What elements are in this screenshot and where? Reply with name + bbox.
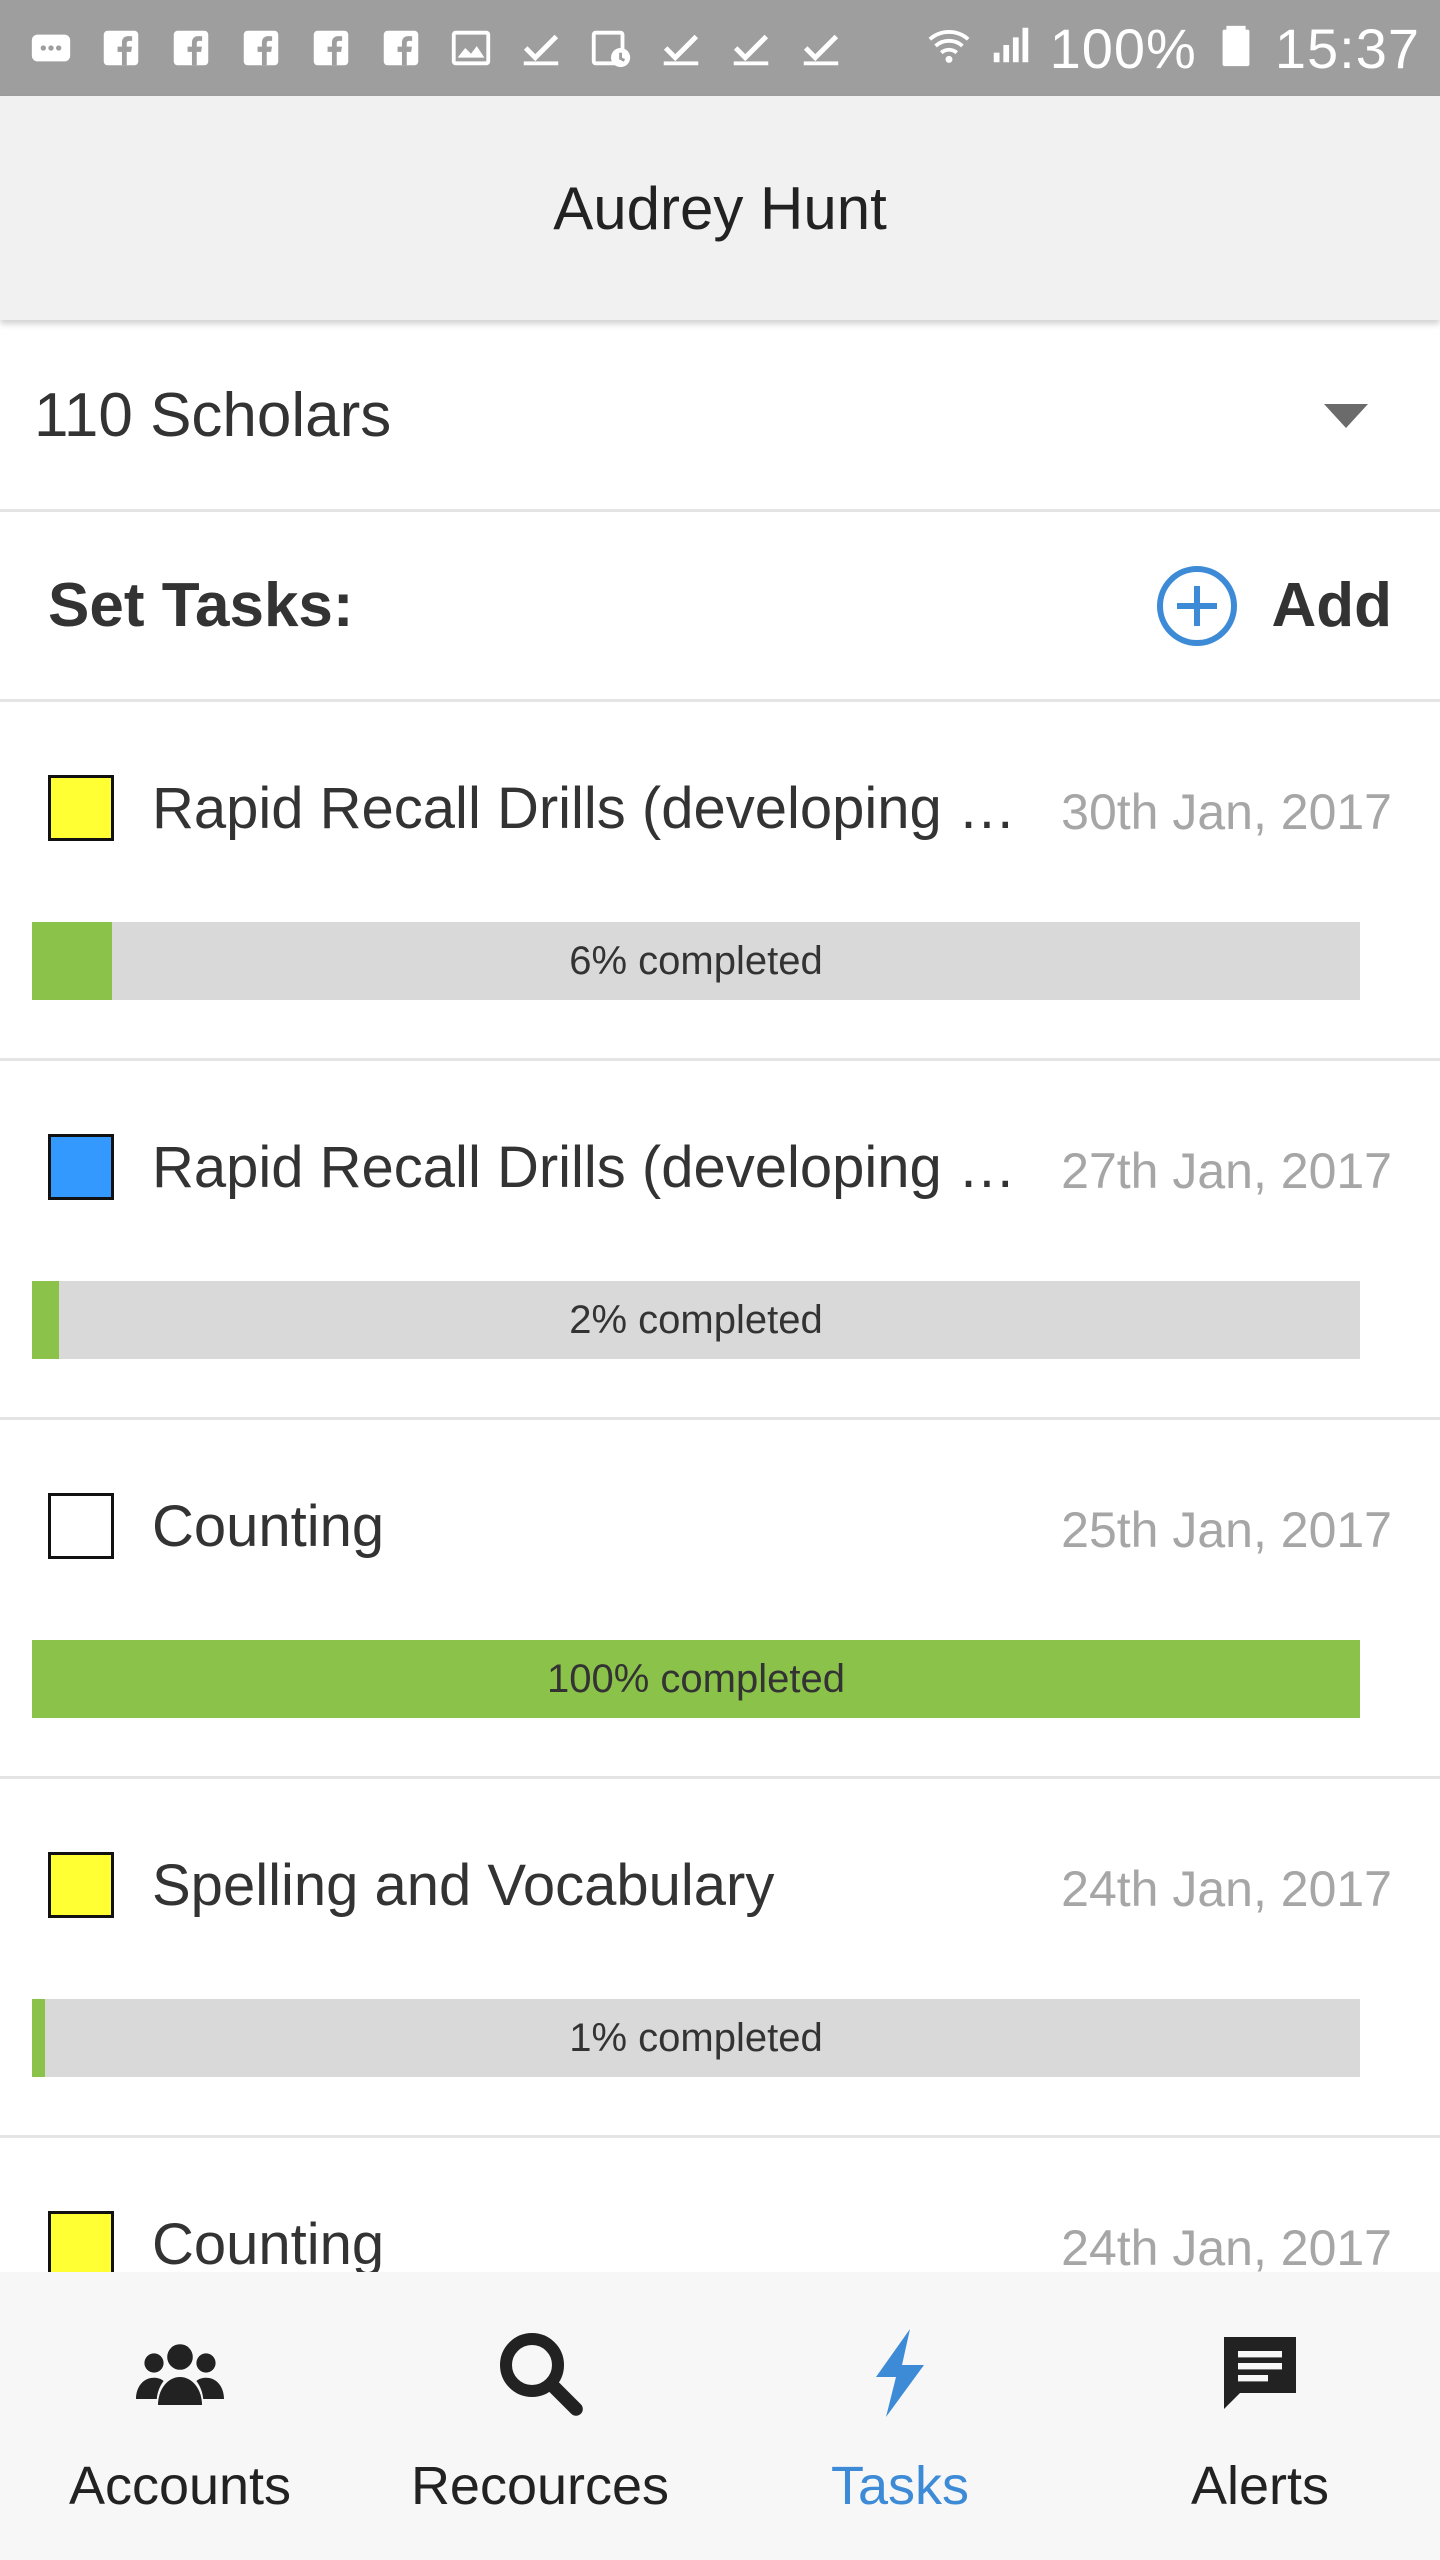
battery-icon xyxy=(1213,16,1259,81)
set-tasks-header: Set Tasks: Add xyxy=(0,512,1440,702)
notification-icons xyxy=(28,25,844,71)
section-title: Set Tasks: xyxy=(48,571,354,640)
task-color-swatch xyxy=(48,775,114,841)
facebook-icon xyxy=(238,25,284,71)
task-item[interactable]: Counting 25th Jan, 2017 100% completed xyxy=(0,1420,1440,1779)
task-item[interactable]: Spelling and Vocabulary 24th Jan, 2017 1… xyxy=(0,1779,1440,2138)
task-date: 24th Jan, 2017 xyxy=(1061,2220,1392,2272)
task-item[interactable]: Rapid Recall Drills (developing memory) … xyxy=(0,1061,1440,1420)
nav-tasks[interactable]: Tasks xyxy=(720,2272,1080,2560)
task-title: Rapid Recall Drills (developing memory) xyxy=(152,776,1032,841)
facebook-icon xyxy=(168,25,214,71)
task-title: Counting xyxy=(152,1494,385,1559)
people-icon xyxy=(132,2325,228,2421)
task-item[interactable]: Counting 24th Jan, 2017 xyxy=(0,2138,1440,2272)
task-progress-bar: 1% completed xyxy=(32,1999,1360,2077)
add-label: Add xyxy=(1271,571,1392,640)
progress-label: 2% completed xyxy=(569,1297,823,1342)
facebook-icon xyxy=(308,25,354,71)
chevron-down-icon[interactable] xyxy=(1324,403,1368,428)
check-icon xyxy=(728,25,774,71)
task-date: 25th Jan, 2017 xyxy=(1061,1502,1392,1558)
lightning-icon xyxy=(852,2325,948,2421)
nav-resources[interactable]: Recources xyxy=(360,2272,720,2560)
task-title: Spelling and Vocabulary xyxy=(152,1853,775,1918)
check-icon xyxy=(658,25,704,71)
calendar-clock-icon xyxy=(588,25,634,71)
page-title: Audrey Hunt xyxy=(553,174,887,242)
scholars-dropdown[interactable]: 110 Scholars xyxy=(0,322,1440,512)
message-icon xyxy=(28,25,74,71)
progress-label: 6% completed xyxy=(569,938,823,983)
chat-icon xyxy=(1212,2325,1308,2421)
check-icon xyxy=(518,25,564,71)
task-color-swatch xyxy=(48,1852,114,1918)
progress-label: 100% completed xyxy=(547,1656,845,1701)
check-icon xyxy=(798,25,844,71)
nav-label: Accounts xyxy=(68,2456,292,2516)
task-title: Rapid Recall Drills (developing memory) xyxy=(152,1135,1032,1200)
task-progress-bar: 2% completed xyxy=(32,1281,1360,1359)
nav-alerts[interactable]: Alerts xyxy=(1080,2272,1440,2560)
status-bar: 100% 15:37 xyxy=(0,0,1440,96)
add-task-button[interactable]: Add xyxy=(1155,564,1392,648)
nav-label: Tasks xyxy=(830,2456,970,2516)
task-item[interactable]: Rapid Recall Drills (developing memory) … xyxy=(0,702,1440,1061)
progress-label: 1% completed xyxy=(569,2015,823,2060)
task-date: 30th Jan, 2017 xyxy=(1061,784,1392,840)
task-color-swatch xyxy=(48,2211,114,2272)
task-progress-bar: 100% completed xyxy=(32,1640,1360,1718)
facebook-icon xyxy=(378,25,424,71)
search-icon xyxy=(492,2325,588,2421)
task-progress-bar: 6% completed xyxy=(32,922,1360,1000)
clock: 15:37 xyxy=(1274,16,1420,80)
plus-circle-icon xyxy=(1157,565,1238,646)
bottom-nav: Accounts Recources Tasks Alerts xyxy=(0,2272,1440,2560)
wifi-icon xyxy=(926,16,972,81)
nav-label: Recources xyxy=(410,2456,670,2516)
nav-label: Alerts xyxy=(1190,2456,1330,2516)
facebook-icon xyxy=(98,25,144,71)
task-color-swatch xyxy=(48,1134,114,1200)
signal-icon xyxy=(988,16,1034,81)
task-color-swatch xyxy=(48,1493,114,1559)
task-title: Counting xyxy=(152,2212,385,2272)
image-icon xyxy=(448,25,494,71)
battery-percent: 100% xyxy=(1049,16,1197,80)
app-header: Audrey Hunt xyxy=(0,96,1440,320)
task-date: 27th Jan, 2017 xyxy=(1061,1143,1392,1199)
task-date: 24th Jan, 2017 xyxy=(1061,1861,1392,1917)
task-list: Rapid Recall Drills (developing memory) … xyxy=(0,702,1440,2272)
scholars-dropdown-label: 110 Scholars xyxy=(34,381,392,450)
nav-accounts[interactable]: Accounts xyxy=(0,2272,360,2560)
system-status: 100% 15:37 xyxy=(926,16,1420,81)
